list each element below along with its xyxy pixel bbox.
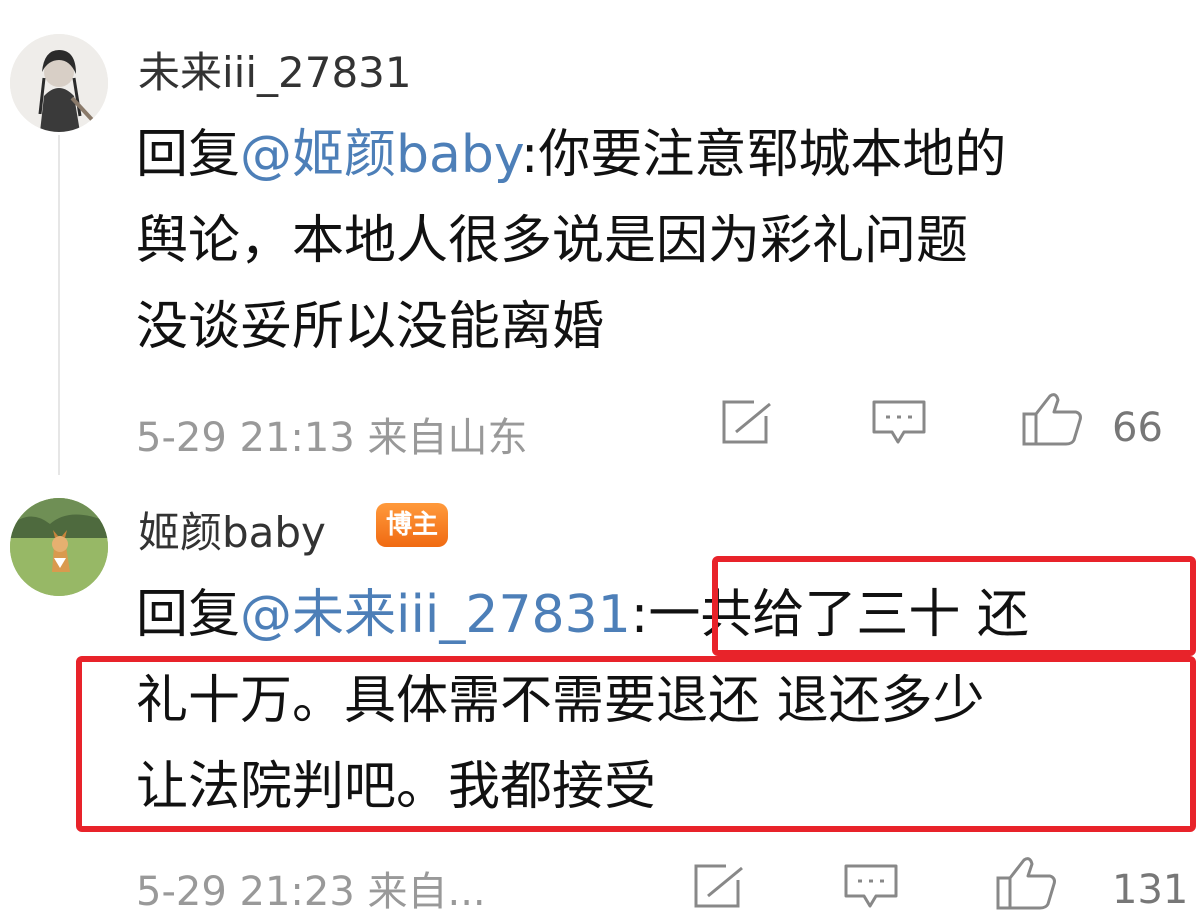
like-icon[interactable] xyxy=(994,854,1058,912)
comment-meta: 5-29 21:23 来自... xyxy=(136,869,486,915)
username[interactable]: 姬颜baby xyxy=(138,512,326,554)
colon: : xyxy=(630,585,649,645)
share-icon[interactable] xyxy=(688,862,746,910)
mention-link[interactable]: @未来iii_27831 xyxy=(240,585,631,645)
colon: : xyxy=(520,125,539,185)
blogger-badge: 博主 xyxy=(376,503,448,547)
reply-prefix: 回复 xyxy=(136,585,241,645)
comment-icon[interactable] xyxy=(870,398,928,446)
like-count: 66 xyxy=(1112,405,1163,451)
highlight-box xyxy=(76,656,1196,832)
share-icon[interactable] xyxy=(716,398,774,446)
avatar[interactable] xyxy=(10,498,108,596)
comment-text: 你要注意郓城本地的 xyxy=(538,125,1007,185)
comment-line-3: 没谈妥所以没能离婚 xyxy=(136,297,605,357)
mention-link[interactable]: @姬颜baby xyxy=(240,125,521,185)
avatar-image xyxy=(10,498,108,596)
comment-icon[interactable] xyxy=(842,862,900,910)
highlight-box xyxy=(712,556,1196,656)
comment-line-1: 回复@姬颜baby:你要注意郓城本地的 xyxy=(136,112,1006,198)
comment-meta: 5-29 21:13 来自山东 xyxy=(136,415,528,461)
like-count: 131 xyxy=(1112,867,1189,913)
like-icon[interactable] xyxy=(1020,390,1084,448)
reply-prefix: 回复 xyxy=(136,125,241,185)
username[interactable]: 未来iii_27831 xyxy=(138,52,412,94)
thread-line xyxy=(58,135,60,475)
avatar[interactable] xyxy=(10,34,108,132)
comment-line-2: 舆论，本地人很多说是因为彩礼问题 xyxy=(136,211,969,271)
avatar-image xyxy=(10,34,108,132)
comment-body: 回复@姬颜baby:你要注意郓城本地的 舆论，本地人很多说是因为彩礼问题 没谈妥… xyxy=(136,112,1006,370)
